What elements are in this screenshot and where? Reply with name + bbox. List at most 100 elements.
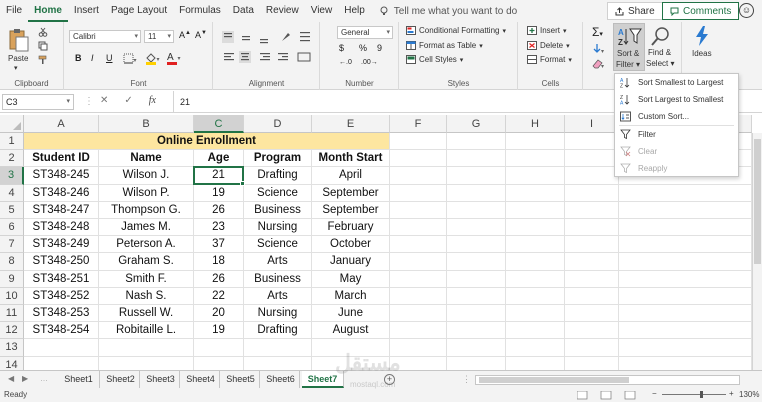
sort-descending-item[interactable]: ZA Sort Largest to Smallest xyxy=(615,91,738,108)
paste-dropdown-arrow-icon[interactable]: ▾ xyxy=(14,64,18,72)
sheet-tab-sheet4[interactable]: Sheet4 xyxy=(182,371,220,388)
cell-f8[interactable] xyxy=(390,253,447,271)
cell-d9[interactable]: Business xyxy=(244,270,312,288)
tab-review[interactable]: Review xyxy=(260,0,305,22)
sheet-tab-sheet5[interactable]: Sheet5 xyxy=(222,371,260,388)
cell-a8[interactable]: ST348-250 xyxy=(24,253,99,271)
cell-i13[interactable] xyxy=(565,339,619,357)
cell-g3[interactable] xyxy=(447,167,506,185)
cell-g4[interactable] xyxy=(447,184,506,202)
increase-decimal-icon[interactable]: ←.0 xyxy=(339,59,352,66)
currency-button[interactable]: $ xyxy=(339,43,344,53)
cell-i6[interactable] xyxy=(565,219,619,237)
scroll-tabs-right-icon[interactable]: ▶ xyxy=(22,374,28,383)
cell-d8[interactable]: Arts xyxy=(244,253,312,271)
column-header-h[interactable]: H xyxy=(506,115,565,133)
cell-f3[interactable] xyxy=(390,167,447,185)
cell-i8[interactable] xyxy=(565,253,619,271)
cell-i11[interactable] xyxy=(565,305,619,323)
cell-h10[interactable] xyxy=(506,287,565,305)
cell-h11[interactable] xyxy=(506,305,565,323)
conditional-formatting-button[interactable]: Conditional Formatting ▾ xyxy=(406,26,506,35)
cell-c8[interactable]: 18 xyxy=(194,253,244,271)
cut-icon[interactable] xyxy=(38,27,48,37)
cell-c10[interactable]: 22 xyxy=(194,287,244,305)
zoom-level[interactable]: 130% xyxy=(739,390,759,399)
cell-d12[interactable]: Drafting xyxy=(244,322,312,340)
format-as-table-button[interactable]: Format as Table ▾ xyxy=(406,41,483,50)
row-header-12[interactable]: 12 xyxy=(0,322,24,340)
cell-f9[interactable] xyxy=(390,270,447,288)
cell-filler[interactable] xyxy=(619,219,752,237)
cell-e12[interactable]: August xyxy=(312,322,390,340)
tab-data[interactable]: Data xyxy=(227,0,260,22)
cell-f7[interactable] xyxy=(390,236,447,254)
cell-c7[interactable]: 37 xyxy=(194,236,244,254)
font-name-select[interactable]: Calibri ▾ xyxy=(69,30,141,43)
format-painter-icon[interactable] xyxy=(38,55,48,65)
cell-h6[interactable] xyxy=(506,219,565,237)
select-all-corner[interactable] xyxy=(0,115,24,133)
tab-view[interactable]: View xyxy=(305,0,339,22)
cell-h9[interactable] xyxy=(506,270,565,288)
tab-file[interactable]: File xyxy=(0,0,28,22)
row-header-10[interactable]: 10 xyxy=(0,287,24,305)
cell-a4[interactable]: ST348-246 xyxy=(24,184,99,202)
cell-g10[interactable] xyxy=(447,287,506,305)
underline-button[interactable]: U xyxy=(106,53,113,63)
cell-i1[interactable] xyxy=(565,133,619,151)
row-header-3[interactable]: 3 xyxy=(0,167,24,185)
cell-c4[interactable]: 19 xyxy=(194,184,244,202)
cell-f5[interactable] xyxy=(390,201,447,219)
cell-f6[interactable] xyxy=(390,219,447,237)
paste-icon[interactable] xyxy=(6,26,32,54)
row-header-1[interactable]: 1 xyxy=(0,133,24,151)
cell-styles-button[interactable]: Cell Styles ▾ xyxy=(406,55,463,64)
find-select-icon[interactable] xyxy=(650,25,672,47)
cell-g9[interactable] xyxy=(447,270,506,288)
cell-c11[interactable]: 20 xyxy=(194,305,244,323)
cell-a7[interactable]: ST348-249 xyxy=(24,236,99,254)
cell-filler[interactable] xyxy=(619,322,752,340)
fill-handle[interactable] xyxy=(240,180,245,186)
cell-i4[interactable] xyxy=(565,184,619,202)
sheet-tab-sheet3[interactable]: Sheet3 xyxy=(142,371,180,388)
cell-g6[interactable] xyxy=(447,219,506,237)
paste-label[interactable]: Paste xyxy=(8,54,28,63)
cell-i5[interactable] xyxy=(565,201,619,219)
name-box[interactable]: C3 ▾ xyxy=(2,94,74,110)
cell-filler[interactable] xyxy=(619,236,752,254)
cell-e5[interactable]: September xyxy=(312,201,390,219)
column-header-d[interactable]: D xyxy=(244,115,312,133)
scroll-tabs-left-icon[interactable]: ◀ xyxy=(8,374,14,383)
alignment-icons[interactable] xyxy=(220,29,316,69)
cell-e11[interactable]: June xyxy=(312,305,390,323)
row-header-9[interactable]: 9 xyxy=(0,270,24,288)
cell-b9[interactable]: Smith F. xyxy=(99,270,194,288)
cell-c5[interactable]: 26 xyxy=(194,201,244,219)
cell-f4[interactable] xyxy=(390,184,447,202)
cell-g5[interactable] xyxy=(447,201,506,219)
column-header-i[interactable]: I xyxy=(565,115,619,133)
sheet-tab-sheet6[interactable]: Sheet6 xyxy=(262,371,300,388)
cell-b4[interactable]: Wilson P. xyxy=(99,184,194,202)
percent-button[interactable]: % xyxy=(359,43,367,53)
italic-button[interactable]: I xyxy=(91,53,94,63)
header-cell[interactable] xyxy=(506,150,565,168)
cell-i12[interactable] xyxy=(565,322,619,340)
zoom-out-button[interactable]: − xyxy=(652,389,657,398)
cell-a10[interactable]: ST348-252 xyxy=(24,287,99,305)
tab-page-layout[interactable]: Page Layout xyxy=(105,0,173,22)
share-button[interactable]: Share xyxy=(607,2,663,20)
column-header-g[interactable]: G xyxy=(447,115,506,133)
view-buttons-icon[interactable] xyxy=(577,391,637,400)
cell-h1[interactable] xyxy=(506,133,565,151)
cell-g7[interactable] xyxy=(447,236,506,254)
header-cell[interactable]: Program xyxy=(244,150,312,168)
cell-d4[interactable]: Science xyxy=(244,184,312,202)
cell-c6[interactable]: 23 xyxy=(194,219,244,237)
cell-filler[interactable] xyxy=(619,270,752,288)
cell-a9[interactable]: ST348-251 xyxy=(24,270,99,288)
row-header-4[interactable]: 4 xyxy=(0,184,24,202)
row-header-8[interactable]: 8 xyxy=(0,253,24,271)
